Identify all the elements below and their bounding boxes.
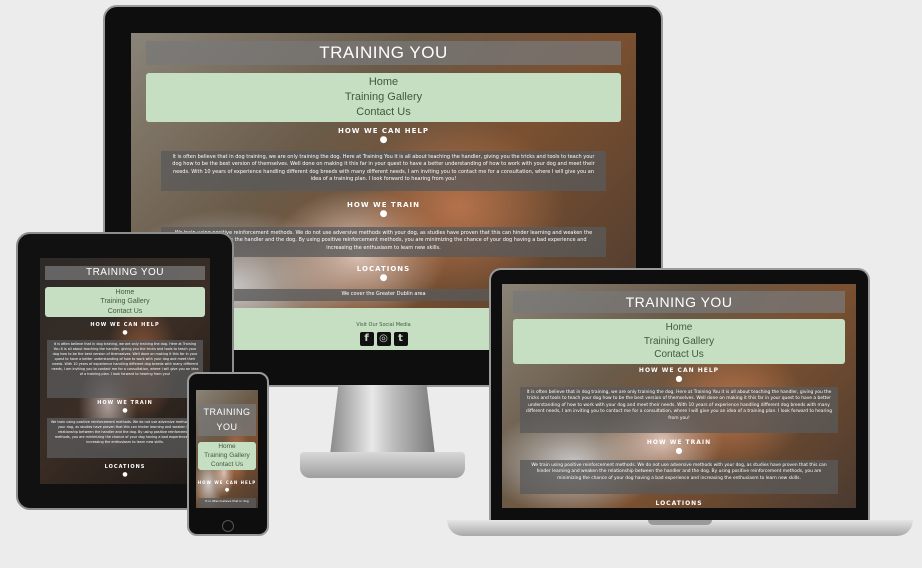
nav-home-link[interactable]: Home — [198, 443, 256, 452]
tablet-screen: TRAINING YOU Home Training Gallery Conta… — [40, 258, 210, 484]
section-heading-help: HOW WE CAN HELP — [638, 367, 720, 374]
section-text-help: It is often believe that in dog training… — [46, 340, 204, 398]
monitor-base — [300, 452, 465, 478]
section-text-train: We train using positive reinforcement me… — [519, 460, 839, 494]
nav-home-link[interactable]: Home — [45, 288, 205, 297]
main-nav: Home Training Gallery Contact Us — [146, 73, 621, 122]
site-title: TRAINING YOU — [512, 291, 846, 313]
section-heading-help: HOW WE CAN HELP — [90, 322, 160, 328]
instagram-icon[interactable]: ◎ — [376, 332, 391, 346]
paw-icon: ● — [122, 407, 128, 414]
paw-icon: ● — [675, 446, 683, 455]
paw-icon: ● — [675, 374, 683, 383]
section-heading-train: HOW WE TRAIN — [646, 439, 712, 446]
paw-icon: ● — [224, 487, 230, 493]
section-heading-train: HOW WE TRAIN — [97, 400, 153, 406]
phone-home-button — [222, 520, 234, 532]
nav-training-gallery-link[interactable]: Training Gallery — [146, 90, 621, 105]
paw-icon: ● — [379, 135, 388, 145]
section-heading-train: HOW WE TRAIN — [347, 201, 420, 209]
main-nav: Home Training Gallery Contact Us — [45, 287, 205, 318]
nav-contact-us-link[interactable]: Contact Us — [513, 348, 846, 362]
section-text-train: We train using positive reinforcement me… — [46, 418, 204, 458]
nav-home-link[interactable]: Home — [146, 75, 621, 90]
nav-home-link[interactable]: Home — [513, 321, 846, 335]
paw-icon: ● — [122, 329, 128, 336]
nav-contact-us-link[interactable]: Contact Us — [45, 307, 205, 316]
monitor-stand — [330, 385, 435, 455]
site-title: TRAINING YOU — [45, 266, 205, 280]
laptop-screen: TRAINING YOU Home Training Gallery Conta… — [502, 284, 856, 508]
nav-training-gallery-link[interactable]: Training Gallery — [45, 297, 205, 306]
nav-training-gallery-link[interactable]: Training Gallery — [513, 335, 846, 349]
paw-icon: ● — [122, 471, 128, 478]
site-title: TRAINING YOU — [197, 404, 257, 436]
section-text-help: It is often believe that in dog — [198, 498, 256, 508]
section-heading-locations: LOCATIONS — [104, 464, 146, 470]
section-text-help: It is often believe that in dog training… — [161, 151, 606, 191]
section-heading-help: HOW WE CAN HELP — [197, 480, 257, 485]
laptop-notch — [648, 520, 712, 525]
section-text-help: It is often believe that in dog training… — [519, 387, 839, 433]
site-title: TRAINING YOU — [146, 41, 621, 65]
nav-contact-us-link[interactable]: Contact Us — [198, 461, 256, 470]
nav-contact-us-link[interactable]: Contact Us — [146, 105, 621, 120]
twitter-icon[interactable]: t — [393, 332, 408, 346]
nav-training-gallery-link[interactable]: Training Gallery — [198, 452, 256, 461]
facebook-icon[interactable]: f — [359, 332, 374, 346]
main-nav: Home Training Gallery Contact Us — [197, 442, 257, 471]
site-title-line1: TRAINING — [203, 407, 251, 417]
main-nav: Home Training Gallery Contact Us — [512, 319, 846, 364]
section-heading-locations: LOCATIONS — [655, 500, 703, 507]
section-heading-help: HOW WE CAN HELP — [338, 127, 429, 135]
paw-icon: ● — [379, 209, 388, 219]
phone-screen: TRAINING YOU Home Training Gallery Conta… — [196, 390, 258, 508]
site-title-line2: YOU — [216, 422, 238, 432]
